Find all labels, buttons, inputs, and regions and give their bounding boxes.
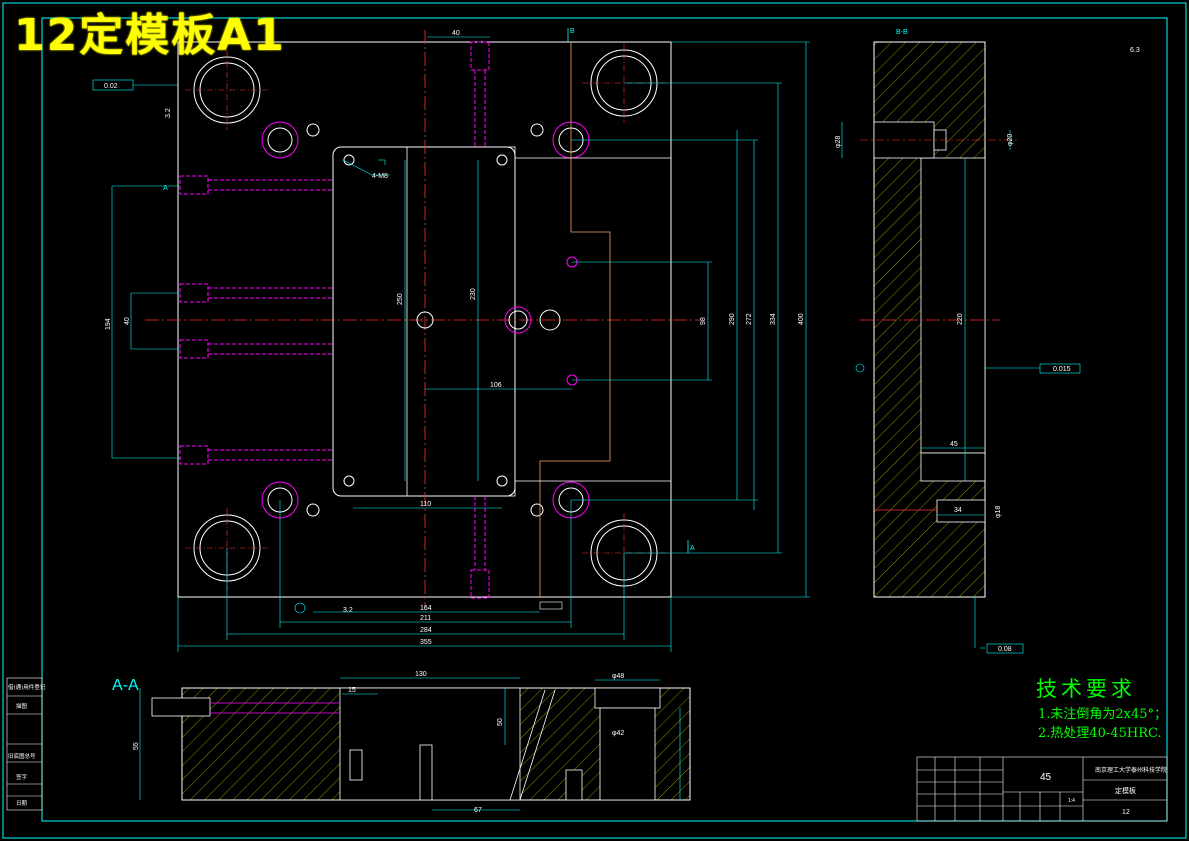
dim-230: 230 <box>470 288 477 300</box>
dim-400: 400 <box>798 313 805 325</box>
side-table <box>6 677 43 811</box>
scale-cell: 1:4 <box>1068 798 1075 804</box>
phi42: φ42 <box>612 730 624 737</box>
dim-290: 290 <box>729 313 736 325</box>
flatness-callout: 0.02 <box>104 83 118 90</box>
marker-a-right: A <box>690 545 695 552</box>
plate-outline <box>177 41 672 598</box>
dim-50: 50 <box>497 718 504 726</box>
dim-110: 110 <box>420 501 431 508</box>
front-view: 40 164 211 284 355 110 106 250 230 98 29… <box>92 28 810 652</box>
tech-req-item-2: 2.热处理40-45HRC. <box>1038 726 1162 741</box>
dim-40-top: 40 <box>452 30 460 37</box>
ra-63: 6.3 <box>1130 47 1140 54</box>
drawing-canvas: 40 164 211 284 355 110 106 250 230 98 29… <box>0 0 1189 841</box>
ra-bottom: 3.2 <box>343 607 353 614</box>
perp-tol: 0.015 <box>1053 366 1071 373</box>
marker-a-left: A <box>163 185 168 192</box>
thread-callout: 4-M8 <box>372 173 388 180</box>
tech-req-item-1: 1.未注倒角为2x45°； <box>1038 707 1167 722</box>
tech-requirements: 技术要求 1.未注倒角为2x45°； 2.热处理40-45HRC. <box>1036 677 1167 741</box>
marker-b-top: B <box>570 28 575 35</box>
dim-98: 98 <box>700 317 707 325</box>
drawing-no-cell: 12 <box>1122 809 1130 816</box>
dim-55: 55 <box>133 742 140 750</box>
dim-284: 284 <box>420 627 432 634</box>
tech-req-heading: 技术要求 <box>1036 677 1136 701</box>
side-table-cell-1: 旧底图总号 <box>8 752 36 760</box>
phi48: φ48 <box>612 673 624 680</box>
dim-194: 194 <box>105 318 112 330</box>
dim-211: 211 <box>420 615 431 622</box>
dim-334: 334 <box>770 313 777 325</box>
dim-40-left: 40 <box>124 317 131 325</box>
side-table-cell-3: 日期 <box>16 800 28 807</box>
dim-15: 15 <box>348 687 356 694</box>
dim-45: 45 <box>950 441 958 448</box>
phi28: φ28 <box>835 136 842 148</box>
phi18: φ18 <box>995 506 1002 518</box>
section-aa-label: A-A <box>112 677 139 694</box>
dim-272: 272 <box>746 313 753 325</box>
cad-drawing: 40 164 211 284 355 110 106 250 230 98 29… <box>2 2 1187 839</box>
company-cell: 南京理工大学泰州科技学院 <box>1095 766 1167 774</box>
side-table-cell-2: 签字 <box>16 773 28 781</box>
section-bb: B-B 220 45 34 φ18 φ28 φ20 6.3 0.015 0.08 <box>835 29 1140 654</box>
dim-34: 34 <box>954 507 962 514</box>
side-table-cell-0: 借(通)用件登记 <box>8 683 46 691</box>
material-cell: 45 <box>1040 772 1052 783</box>
phi20: φ20 <box>1007 134 1014 146</box>
dim-250: 250 <box>397 293 404 305</box>
dim-106: 106 <box>490 382 502 389</box>
parallel-tol: 0.08 <box>998 646 1012 653</box>
cavity-pocket <box>332 146 516 497</box>
dim-67: 67 <box>474 807 482 814</box>
section-aa: A-A 15 130 50 67 55 φ42 φ48 <box>112 671 691 814</box>
ra-left: 3.2 <box>165 108 172 118</box>
dim-164: 164 <box>420 605 432 612</box>
dim-220: 220 <box>957 313 964 325</box>
section-bb-label: B-B <box>896 29 908 36</box>
side-table-cell-4: 描图 <box>16 702 28 710</box>
part-name-cell: 定模板 <box>1115 786 1136 795</box>
drawing-title: 12定模板A1 <box>14 10 286 61</box>
dim-355: 355 <box>420 639 432 646</box>
dim-130: 130 <box>415 671 427 678</box>
